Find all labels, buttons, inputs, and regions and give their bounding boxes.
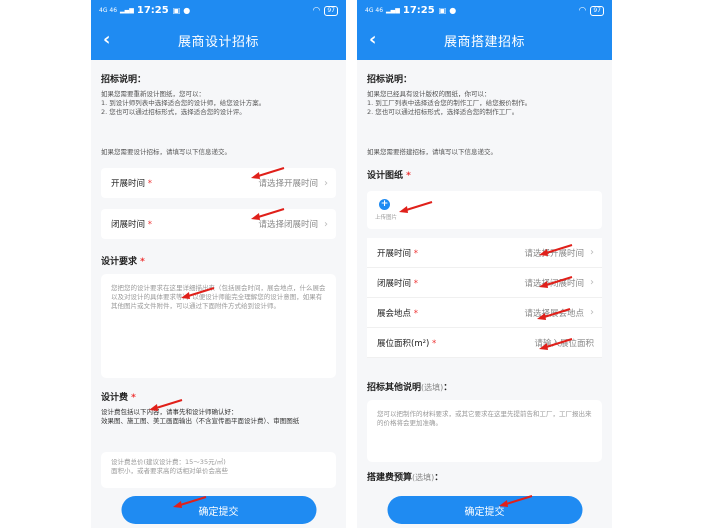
- signal-bars-icon: ▂▄▆: [386, 6, 400, 14]
- image-icon: ▣: [438, 6, 447, 15]
- design-req-title: 设计要求 *: [101, 257, 145, 267]
- red-arrow-icon: [539, 244, 573, 256]
- submit-button[interactable]: 确定提交: [387, 496, 582, 524]
- fill-note: 如果您需要设计招标，请填写以下信息递交。: [101, 148, 231, 156]
- red-arrow-icon: [539, 338, 573, 350]
- back-icon[interactable]: ‹: [103, 29, 110, 51]
- other-title: 招标其他说明(选填)：: [367, 383, 453, 393]
- submit-button[interactable]: 确定提交: [121, 496, 316, 524]
- intro-text: 如果您已经具有设计版权的图纸，你可以： 1. 到工厂列表中选择适合您的制作工厂，…: [367, 90, 532, 116]
- status-bar: 4G 46 ▂▄▆ 17:25 ▣ ● ◠ 97: [91, 0, 346, 21]
- drawing-title: 设计图纸 *: [367, 171, 411, 181]
- red-arrow-icon: [251, 208, 285, 220]
- wifi-icon: ◠: [578, 5, 587, 16]
- status-bar: 4G 46 ▂▄▆ 17:25 ▣ ● ◠ 97: [357, 0, 612, 21]
- red-arrow-icon: [149, 399, 183, 411]
- red-arrow-icon: [499, 495, 533, 507]
- phone-screen-design-bid: 4G 46 ▂▄▆ 17:25 ▣ ● ◠ 97 ‹ 展商设计招标 招标说明： …: [91, 0, 346, 528]
- back-icon[interactable]: ‹: [369, 29, 376, 51]
- intro-title: 招标说明：: [367, 75, 413, 85]
- chevron-right-icon: ›: [324, 177, 328, 189]
- plus-circle-icon: +: [379, 199, 390, 210]
- phone-screen-build-bid: 4G 46 ▂▄▆ 17:25 ▣ ● ◠ 97 ‹ 展商搭建招标 招标说明： …: [357, 0, 612, 528]
- field-label: 闭展时间: [111, 220, 146, 230]
- status-time: 17:25: [402, 5, 435, 16]
- battery-icon: 97: [324, 5, 338, 16]
- message-icon: ●: [449, 6, 457, 15]
- red-arrow-icon: [173, 496, 207, 508]
- chevron-right-icon: ›: [590, 277, 594, 288]
- nav-bar: ‹ 展商搭建招标: [357, 21, 612, 60]
- fee-title: 设计费 *: [101, 393, 136, 403]
- image-icon: ▣: [172, 6, 181, 15]
- field-close-date[interactable]: 闭展时间 * 请选择闭展时间 ›: [101, 209, 336, 239]
- red-arrow-icon: [181, 287, 215, 299]
- red-arrow-icon: [399, 201, 433, 213]
- red-arrow-icon: [537, 308, 571, 320]
- nav-bar: ‹ 展商设计招标: [91, 21, 346, 60]
- fee-desc: 设计费包括以下内容，请事先和设计师确认好： 效果图、施工图、美工画面输出（不含宣…: [101, 408, 300, 425]
- signal-bars-icon: ▂▄▆: [120, 6, 134, 14]
- upload-label: 上传图片: [375, 215, 398, 221]
- field-label: 开展时间: [111, 179, 146, 189]
- battery-icon: 97: [590, 5, 604, 16]
- chevron-right-icon: ›: [590, 247, 594, 258]
- red-arrow-icon: [251, 167, 285, 179]
- chevron-right-icon: ›: [324, 218, 328, 230]
- intro-title: 招标说明：: [101, 75, 147, 85]
- fee-input[interactable]: 设计费总价(建议设计费：15～35元/㎡) 面积小，或者要求高的话相对单价会高些: [101, 452, 336, 488]
- wifi-icon: ◠: [312, 5, 321, 16]
- signal-icon: 4G 46: [99, 6, 118, 14]
- page-title: 展商设计招标: [177, 35, 259, 50]
- other-input[interactable]: 您可以把制作的材料要求，或其它要求在这里先提前告和工厂，工厂报出来的价格将会更加…: [367, 400, 602, 462]
- intro-text: 如果您需要重新设计图纸，您可以： 1. 到设计师列表中选择适合您的设计师，给您设…: [101, 90, 266, 116]
- status-time: 17:25: [136, 5, 169, 16]
- red-arrow-icon: [539, 276, 573, 288]
- budget-title: 搭建费预算(选填)：: [367, 473, 444, 483]
- signal-icon: 4G 46: [365, 6, 384, 14]
- fill-note: 如果您需要搭建招标，请填写以下信息递交。: [367, 148, 497, 156]
- field-open-date[interactable]: 开展时间 * 请选择开展时间 ›: [101, 168, 336, 198]
- chevron-right-icon: ›: [590, 307, 594, 318]
- page-title: 展商搭建招标: [443, 35, 525, 50]
- design-req-input[interactable]: 您把您的设计要求在这里详细描出来（包括展会时间，展会地点，什么展会以及对设计的具…: [101, 274, 336, 378]
- message-icon: ●: [183, 6, 191, 15]
